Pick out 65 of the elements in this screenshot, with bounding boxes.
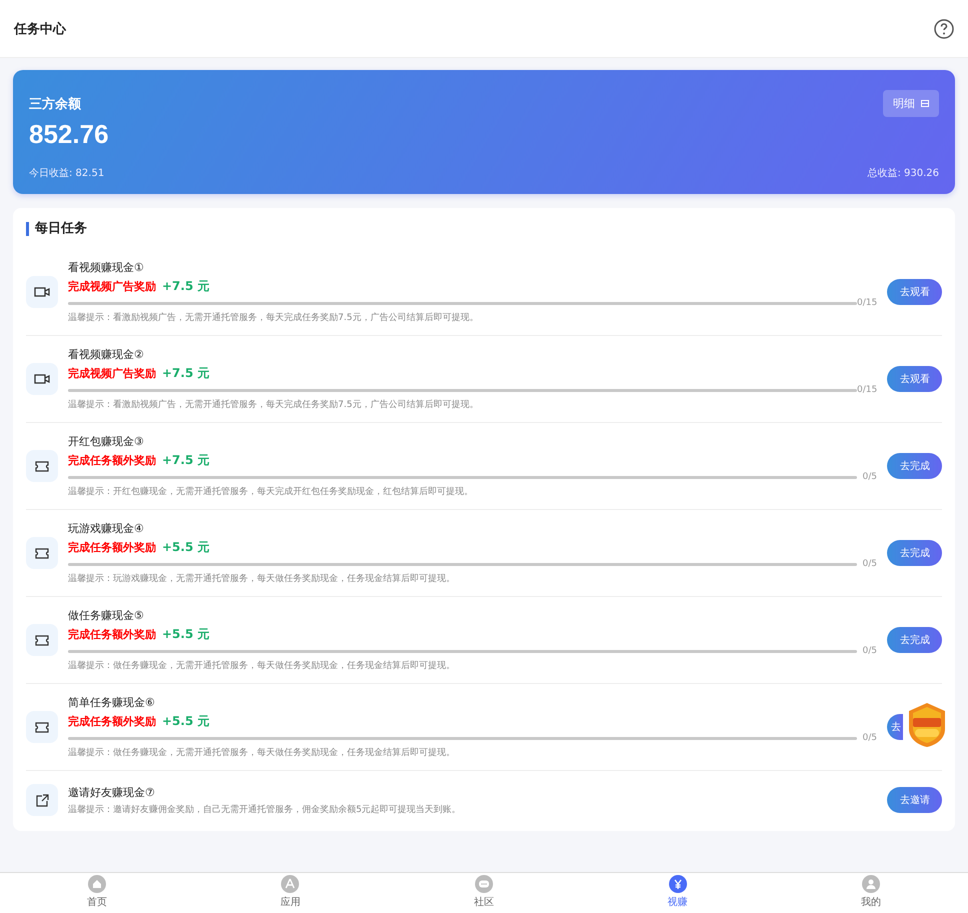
today-earnings: 今日收益: 82.51 <box>29 167 104 180</box>
section-title: 每日任务 <box>26 222 942 236</box>
task-name: 看视频赚现金① <box>68 260 145 275</box>
chat-icon <box>474 875 493 893</box>
task-name: 开红包赚现金③ <box>68 434 145 449</box>
task-tip: 温馨提示：开红包赚现金，无需开通托管服务，每天完成开红包任务奖励现金，红包结算后即可提现。 <box>68 486 474 498</box>
task-name: 做任务赚现金⑤ <box>68 608 145 623</box>
tab-item[interactable]: 视赚 <box>580 873 774 913</box>
progress-count: 0/5 <box>862 559 877 569</box>
video-camera-icon <box>34 373 50 385</box>
task-name: 简单任务赚现金⑥ <box>68 695 156 710</box>
list-icon <box>921 100 929 107</box>
reward-label: 完成任务额外奖励 <box>68 453 156 468</box>
progress-count: 0/5 <box>862 733 877 743</box>
task-button[interactable]: 去观看 <box>887 279 942 305</box>
reward-amount: +7.5 元 <box>162 278 210 295</box>
task-button[interactable]: 去 <box>887 714 903 740</box>
tab-item[interactable]: 社区 <box>387 873 581 913</box>
reward-amount: +5.5 元 <box>162 713 210 730</box>
task-tip: 温馨提示：做任务赚现金，无需开通托管服务，每天做任务奖励现金，任务现金结算后即可提现。 <box>68 660 456 672</box>
help-icon[interactable] <box>934 18 954 38</box>
user-icon <box>862 875 880 893</box>
ticket-icon <box>35 548 49 558</box>
progress-count: 0/5 <box>862 646 877 656</box>
task-name: 玩游戏赚现金④ <box>68 521 145 536</box>
task-tip: 温馨提示：邀请好友赚佣金奖励，自己无需开通托管服务，佣金奖励余额5元起即可提现当天到账。 <box>68 804 462 816</box>
tab-item[interactable]: 应用 <box>194 873 388 913</box>
task-tip: 温馨提示：看激励视频广告，无需开通托管服务，每天完成任务奖励7.5元，广告公司结算后即可提现。 <box>68 398 480 411</box>
reward-label: 完成视频广告奖励 <box>68 279 156 294</box>
ticket-icon <box>35 722 49 732</box>
reward-amount: +5.5 元 <box>162 626 210 643</box>
balance-label: 三方余额 <box>29 96 81 112</box>
ticket-icon <box>35 460 49 472</box>
task-tip: 温馨提示：做任务赚现金，无需开通托管服务，每天做任务奖励现金，任务现金结算后即可提现。 <box>68 746 456 759</box>
video-camera-icon <box>34 286 50 298</box>
reward-amount: +7.5 元 <box>162 452 210 469</box>
reward-label: 完成任务额外奖励 <box>68 627 156 642</box>
task-button[interactable]: 去完成 <box>887 453 942 479</box>
apps-icon <box>281 875 300 893</box>
task-name: 邀请好友赚现金⑦ <box>68 784 156 800</box>
task-button[interactable]: 去邀请 <box>887 787 942 813</box>
task-name: 看视频赚现金② <box>68 347 145 362</box>
progress-count: 0/5 <box>862 472 877 482</box>
tab-item[interactable]: 首页 <box>0 873 194 913</box>
reward-label: 完成任务额外奖励 <box>68 714 156 729</box>
task-button[interactable]: 去完成 <box>887 627 942 653</box>
progress-count: 0/15 <box>857 385 877 395</box>
balance-amount: 852.76 <box>29 119 110 150</box>
reward-label: 完成视频广告奖励 <box>68 366 156 381</box>
page-title: 任务中心 <box>14 20 66 38</box>
task-button[interactable]: 去完成 <box>887 540 942 566</box>
task-tip: 温馨提示：玩游戏赚现金，无需开通托管服务，每天做任务奖励现金，任务现金结算后即可提现。 <box>68 572 456 585</box>
reward-amount: +7.5 元 <box>162 365 210 382</box>
progress-count: 0/15 <box>857 298 877 308</box>
tab-item[interactable]: 我的 <box>774 873 968 913</box>
reward-label: 完成任务额外奖励 <box>68 540 156 555</box>
task-button[interactable]: 去观看 <box>887 366 942 392</box>
share-icon <box>36 794 48 806</box>
reward-amount: +5.5 元 <box>162 539 210 556</box>
total-earnings: 总收益: 930.26 <box>867 166 939 180</box>
ticket-icon <box>35 634 49 646</box>
money-icon <box>668 875 687 893</box>
task-tip: 温馨提示：看激励视频广告，无需开通托管服务，每天完成任务奖励7.5元，广告公司结算后即可提现。 <box>68 312 480 324</box>
detail-button[interactable]: 明细 <box>883 90 939 117</box>
home-icon <box>88 875 106 893</box>
